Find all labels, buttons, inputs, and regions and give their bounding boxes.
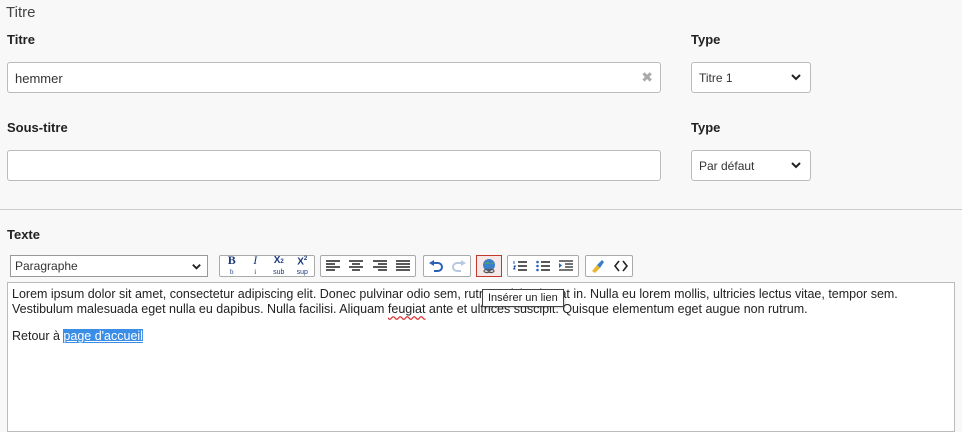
- superscript-caption: sup: [296, 268, 308, 276]
- format-select[interactable]: Paragraphe: [10, 255, 208, 277]
- tools-group: [585, 255, 633, 277]
- subtitle-type-value: Par défaut: [699, 159, 755, 173]
- format-select-value: Paragraphe: [15, 259, 78, 273]
- align-center-icon: [349, 260, 364, 271]
- ordered-list-icon: [512, 261, 527, 271]
- superscript-button[interactable]: X2 sup: [291, 256, 315, 276]
- source-code-button[interactable]: [609, 256, 632, 276]
- clear-format-button[interactable]: [586, 256, 609, 276]
- title-type-value: Titre 1: [699, 71, 733, 85]
- align-left-icon: [325, 260, 340, 271]
- title-input[interactable]: [15, 69, 615, 87]
- text-style-group: B b I i X2 sub X2 sup: [219, 253, 315, 277]
- align-right-icon: [372, 260, 387, 271]
- justify-button[interactable]: [392, 256, 416, 276]
- title-input-box[interactable]: ✖: [7, 62, 661, 93]
- link-group: [476, 255, 502, 277]
- title-type-select[interactable]: Titre 1: [691, 62, 811, 93]
- chevron-down-icon: [192, 264, 201, 270]
- subscript-button[interactable]: X2 sub: [267, 255, 291, 276]
- subscript-caption: sub: [273, 268, 285, 276]
- bold-icon: B: [227, 253, 236, 267]
- section-title: Titre: [6, 4, 36, 21]
- insert-link-button[interactable]: [476, 255, 502, 277]
- paragraph-2-prefix: Retour à: [12, 329, 64, 343]
- justify-icon: [396, 260, 411, 271]
- history-group: [423, 255, 471, 277]
- rich-text-editor[interactable]: Lorem ipsum dolor sit amet, consectetur …: [7, 282, 955, 432]
- superscript-icon: X: [297, 256, 304, 268]
- paragraph-1-part-3: feugiat: [387, 302, 426, 316]
- indent-list-button[interactable]: [555, 256, 578, 276]
- subtitle-label: Sous-titre: [7, 120, 68, 135]
- alignment-group: [320, 255, 416, 277]
- title-label: Titre: [7, 32, 35, 47]
- bullet-list-button[interactable]: [531, 256, 554, 276]
- tooltip: Insérer un lien: [482, 289, 564, 307]
- list-group: [507, 255, 579, 277]
- chevron-down-icon: [791, 74, 801, 81]
- paragraph-1: Lorem ipsum dolor sit amet, consectetur …: [12, 287, 950, 317]
- title-type-label: Type: [691, 32, 721, 47]
- subtitle-type-select[interactable]: Par défaut: [691, 150, 811, 181]
- text-label: Texte: [7, 227, 40, 242]
- undo-button[interactable]: [424, 256, 447, 276]
- subtitle-input-box[interactable]: [7, 150, 661, 181]
- subtitle-type-label: Type: [691, 120, 721, 135]
- bullet-list-icon: [536, 260, 550, 272]
- redo-button[interactable]: [447, 256, 470, 276]
- align-right-button[interactable]: [368, 256, 392, 276]
- indent-list-icon: [559, 260, 574, 271]
- chevron-down-icon: [791, 162, 801, 169]
- paragraph-1-part-1: Lorem ipsum dolor sit amet, consectetur …: [12, 287, 465, 301]
- ordered-list-button[interactable]: [508, 256, 531, 276]
- bold-caption: b: [229, 268, 234, 276]
- undo-icon: [428, 260, 443, 272]
- home-link[interactable]: page d'accueil: [63, 329, 143, 343]
- align-left-button[interactable]: [321, 256, 345, 276]
- code-icon: [613, 260, 628, 272]
- subtitle-input[interactable]: [15, 157, 615, 175]
- align-center-button[interactable]: [345, 256, 369, 276]
- bold-button[interactable]: B b: [220, 253, 244, 276]
- redo-icon: [451, 260, 466, 272]
- paragraph-2: Retour à page d'accueil: [12, 329, 950, 344]
- italic-button[interactable]: I i: [244, 253, 268, 276]
- divider: [0, 209, 962, 210]
- clear-icon[interactable]: ✖: [641, 69, 653, 86]
- italic-icon: I: [253, 253, 258, 267]
- link-globe-icon: [483, 259, 495, 274]
- eraser-brush-icon: [591, 260, 604, 273]
- italic-caption: i: [254, 268, 257, 276]
